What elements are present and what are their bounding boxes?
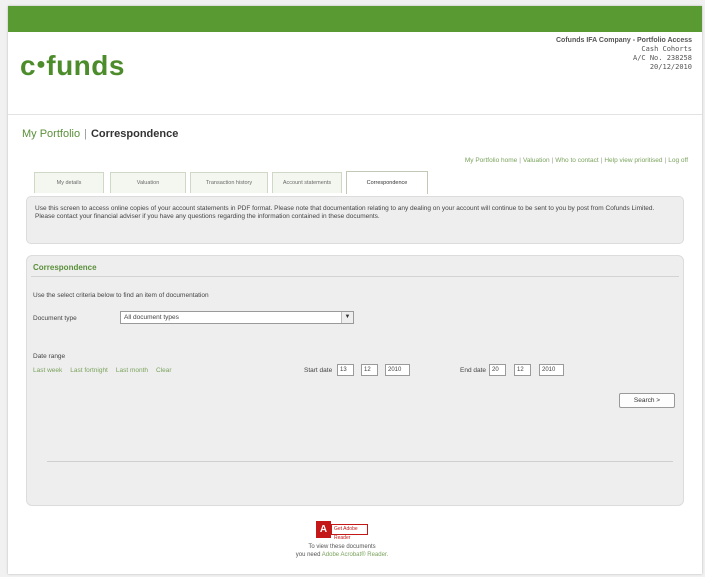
quick-date-links: Last week Last fortnight Last month Clear [33, 367, 180, 374]
link-clear[interactable]: Clear [156, 367, 172, 374]
reader-note-prefix: you need [295, 552, 321, 558]
link-help[interactable]: Help view prioritised [604, 157, 662, 164]
link-last-week[interactable]: Last week [33, 367, 62, 374]
tab-transaction-history[interactable]: Transaction history [190, 172, 268, 193]
page-frame: c●funds Cofunds IFA Company - Portfolio … [8, 6, 702, 574]
tab-correspondence[interactable]: Correspondence [346, 171, 428, 194]
adobe-badge-text: Get Adobe Reader [331, 524, 368, 541]
logo-dot: ● [36, 56, 47, 73]
correspondence-panel: Correspondence Use the select criteria b… [26, 255, 684, 506]
logo-left: c [20, 50, 37, 81]
end-year-field[interactable]: 2010 [539, 364, 564, 376]
top-bar [8, 6, 702, 32]
top-links: My Portfolio home | Valuation | Who to conta… [464, 157, 688, 164]
reader-note: To view these documents you need Adobe A… [264, 543, 420, 559]
tab-my-details[interactable]: My details [34, 172, 104, 193]
end-month-field[interactable]: 12 [514, 364, 531, 376]
start-day-field[interactable]: 13 [337, 364, 354, 376]
help-text: Use the select criteria below to find an… [33, 292, 209, 299]
panel-title: Correspondence [33, 263, 97, 272]
adobe-logo-icon: A [316, 521, 331, 538]
end-date-label: End date [460, 367, 487, 374]
get-adobe-reader-badge[interactable]: A Get Adobe Reader [316, 521, 368, 541]
link-who-to-contact[interactable]: Who to contact [555, 157, 598, 164]
cofunds-logo[interactable]: c●funds [20, 50, 125, 82]
search-button[interactable]: Search > [619, 393, 675, 408]
panel-divider [31, 276, 679, 277]
account-name: Cash Cohorts [641, 45, 692, 53]
breadcrumb-my-portfolio[interactable]: My Portfolio [22, 128, 80, 140]
start-year-field[interactable]: 2010 [385, 364, 410, 376]
end-day-field[interactable]: 20 [489, 364, 506, 376]
account-date: 20/12/2010 [649, 63, 692, 71]
account-company: Cofunds IFA Company - Portfolio Access [556, 37, 692, 44]
link-valuation[interactable]: Valuation [523, 157, 550, 164]
document-type-label: Document type [33, 315, 77, 322]
info-message: Use this screen to access online copies … [26, 196, 684, 244]
page-title: Correspondence [90, 128, 179, 140]
link-log-off[interactable]: Log off [668, 157, 688, 164]
document-type-select[interactable]: All document types ▼ [120, 311, 354, 324]
results-divider [47, 461, 673, 462]
account-info: Cofunds IFA Company - Portfolio Access C… [556, 36, 692, 72]
start-month-field[interactable]: 12 [361, 364, 378, 376]
tab-account-statements[interactable]: Account statements [272, 172, 342, 193]
link-last-fortnight[interactable]: Last fortnight [70, 367, 108, 374]
link-last-month[interactable]: Last month [116, 367, 148, 374]
date-range-label: Date range [33, 353, 66, 360]
link-portfolio-home[interactable]: My Portfolio home [465, 157, 517, 164]
header-divider [8, 114, 702, 115]
reader-note-line2: you need Adobe Acrobat® Reader. [264, 551, 420, 559]
reader-note-line1: To view these documents [308, 544, 376, 550]
adobe-reader-link[interactable]: Adobe Acrobat® Reader. [322, 552, 388, 558]
account-number: A/C No. 238258 [632, 54, 692, 62]
breadcrumb: My Portfolio | Correspondence [22, 128, 178, 140]
start-date-label: Start date [304, 367, 333, 374]
logo-right: funds [46, 50, 125, 81]
chevron-down-icon[interactable]: ▼ [341, 312, 353, 323]
tab-valuation[interactable]: Valuation [110, 172, 186, 193]
document-type-value: All document types [124, 314, 179, 321]
breadcrumb-separator: | [84, 128, 87, 140]
